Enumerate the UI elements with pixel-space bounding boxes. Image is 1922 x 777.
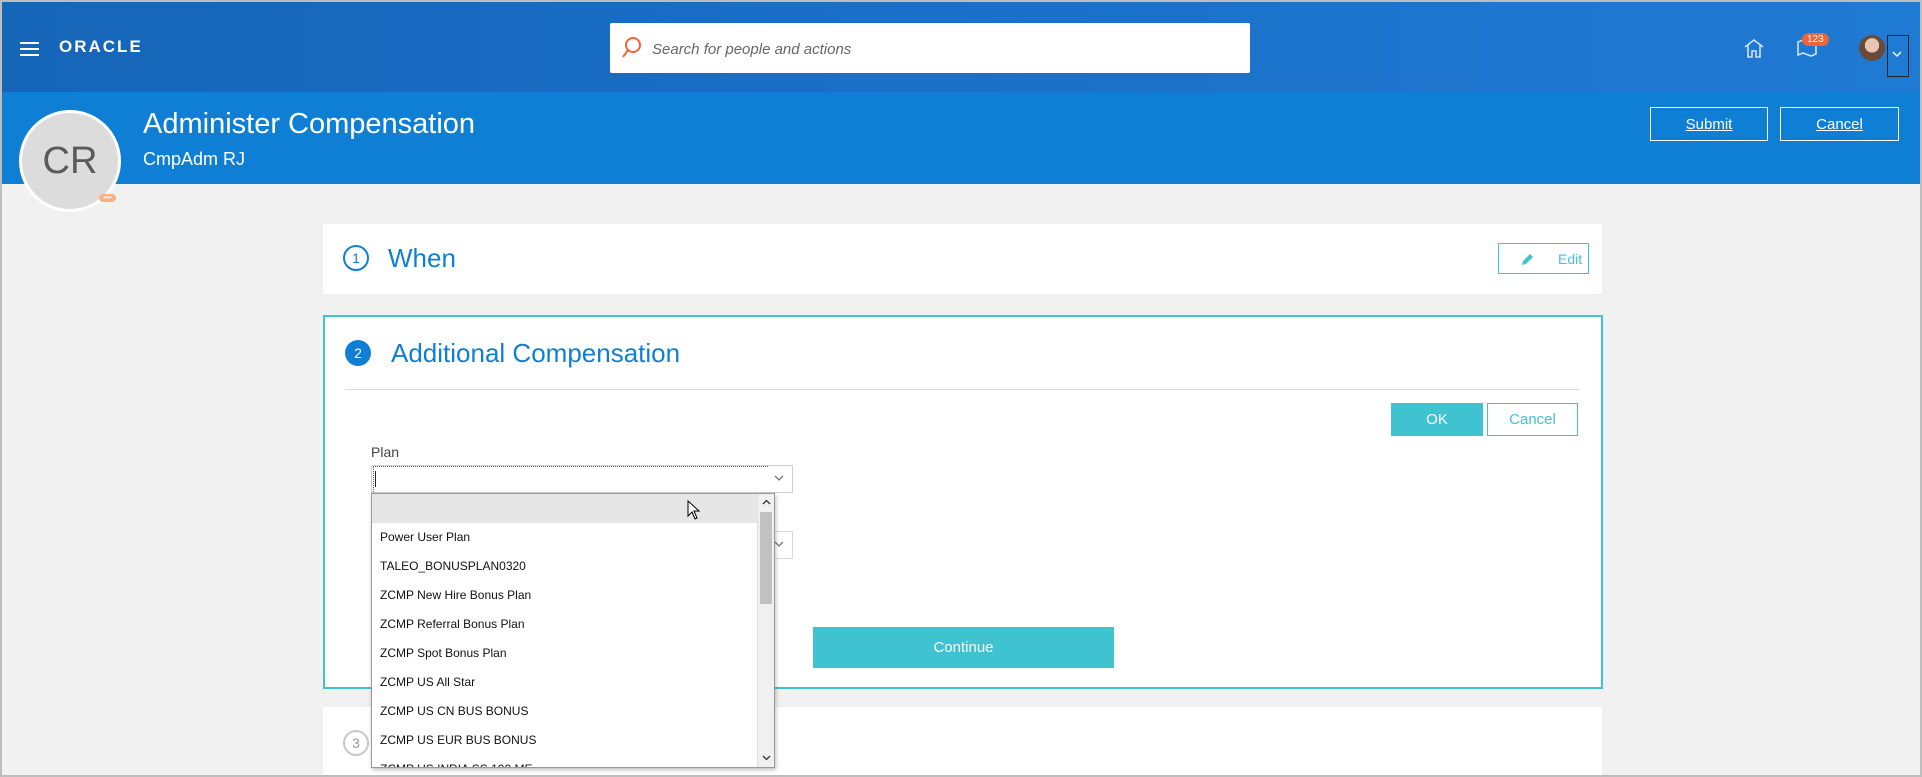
plan-label: Plan	[371, 444, 400, 460]
step-title: Additional Compensation	[391, 338, 681, 368]
dropdown-option[interactable]: ZCMP US INDIA SS 100 ME	[372, 755, 757, 767]
step-number: 3	[343, 730, 369, 756]
search-icon	[622, 37, 641, 58]
chevron-down-icon[interactable]	[774, 541, 784, 548]
dropdown-option[interactable]: Power User Plan	[372, 523, 757, 552]
scrollbar-thumb[interactable]	[760, 512, 772, 604]
dropdown-option[interactable]: ZCMP US All Star	[372, 668, 757, 697]
dropdown-option[interactable]: TALEO_BONUSPLAN0320	[372, 552, 757, 581]
plan-dropdown-list[interactable]: Power User Plan TALEO_BONUSPLAN0320 ZCMP…	[371, 493, 775, 768]
top-navigation-bar: ORACLE 123	[2, 2, 1920, 92]
pencil-icon	[1522, 254, 1533, 265]
search-input[interactable]	[650, 35, 1234, 63]
continue-button[interactable]: Continue	[813, 627, 1114, 668]
dropdown-options: Power User Plan TALEO_BONUSPLAN0320 ZCMP…	[372, 494, 757, 767]
step-number: 1	[343, 245, 369, 271]
chevron-down-icon[interactable]	[774, 475, 784, 482]
dropdown-option[interactable]: ZCMP Referral Bonus Plan	[372, 610, 757, 639]
user-avatar[interactable]	[1859, 35, 1885, 61]
divider	[345, 389, 1580, 390]
home-icon[interactable]	[1742, 37, 1766, 59]
dropdown-option[interactable]: ZCMP US EUR BUS BONUS	[372, 726, 757, 755]
search-box[interactable]	[610, 23, 1250, 73]
scroll-up-icon[interactable]	[762, 498, 771, 507]
user-menu-toggle[interactable]	[1887, 35, 1909, 77]
plan-select[interactable]	[371, 465, 793, 493]
submit-button[interactable]: Submit	[1650, 107, 1768, 141]
ok-button[interactable]: OK	[1391, 403, 1483, 436]
menu-icon[interactable]	[20, 42, 39, 56]
edit-button[interactable]: Edit	[1498, 243, 1589, 274]
cancel-form-button[interactable]: Cancel	[1487, 403, 1578, 436]
app-window: ORACLE 123 Administer Compensation CmpAd…	[0, 0, 1922, 777]
step-when-card: 1 When Edit	[323, 224, 1602, 294]
focus-outline	[373, 466, 768, 492]
oracle-logo[interactable]: ORACLE	[59, 37, 143, 57]
edit-button-label: Edit	[1558, 251, 1583, 267]
mouse-cursor-icon	[687, 500, 701, 520]
notification-count-badge: 123	[1802, 33, 1829, 46]
avatar-more-badge[interactable]: •••	[99, 194, 116, 202]
dropdown-scrollbar[interactable]	[757, 494, 774, 767]
text-caret	[375, 471, 376, 487]
page-title: Administer Compensation	[143, 108, 476, 140]
step-title: When	[388, 243, 456, 273]
dropdown-option[interactable]: ZCMP Spot Bonus Plan	[372, 639, 757, 668]
step-number: 2	[345, 340, 371, 366]
page-subtitle: CmpAdm RJ	[143, 149, 246, 169]
dropdown-option[interactable]: ZCMP New Hire Bonus Plan	[372, 581, 757, 610]
chevron-down-icon	[1892, 51, 1902, 58]
dropdown-option[interactable]: ZCMP US CN BUS BONUS	[372, 697, 757, 726]
cancel-button[interactable]: Cancel	[1780, 107, 1899, 141]
scroll-down-icon[interactable]	[762, 753, 771, 762]
